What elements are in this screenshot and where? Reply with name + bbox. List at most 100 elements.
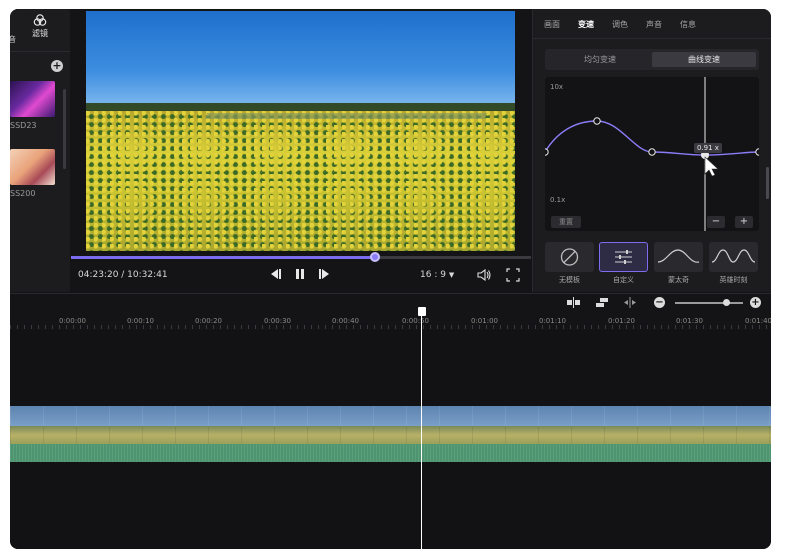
ruler-label: 0:00:50: [402, 317, 429, 325]
audio-tab-partial[interactable]: 音: [10, 34, 16, 45]
curve-speed-option[interactable]: 曲线变速: [652, 52, 756, 67]
add-media-button[interactable]: +: [51, 60, 63, 72]
library-scrollbar[interactable]: [63, 89, 66, 169]
zoom-in-button[interactable]: +: [750, 297, 761, 308]
media-thumbnail[interactable]: [10, 81, 55, 117]
curve-control-point[interactable]: [755, 148, 759, 156]
preset-thumbnail: [709, 242, 758, 272]
fullscreen-button[interactable]: [506, 267, 522, 282]
trim-icon[interactable]: [595, 297, 609, 308]
timecode-display: 04:23:20 / 10:32:41: [78, 270, 168, 280]
video-sunflower-field: [86, 111, 515, 251]
filter-icon: [33, 14, 47, 26]
media-item-label: SS200: [10, 189, 36, 198]
hero-curve-icon: [711, 249, 756, 263]
volume-button[interactable]: [476, 267, 492, 282]
tab-info[interactable]: 信息: [680, 19, 696, 30]
clip-audio-waveform: [10, 444, 771, 462]
timeline-tracks: [10, 330, 771, 549]
custom-sliders-icon: [615, 250, 632, 264]
ruler-label: 0:00:40: [332, 317, 359, 325]
preset-label: 英雄时刻: [719, 276, 748, 284]
inspector-scrollbar[interactable]: [766, 167, 769, 199]
ruler-label: 0:00:10: [127, 317, 154, 325]
playback-progress-fill: [71, 256, 375, 259]
speed-curve-svg: [545, 77, 759, 231]
next-frame-button[interactable]: [317, 268, 331, 283]
tab-speed[interactable]: 变速: [578, 19, 594, 30]
ruler-label: 0:01:10: [539, 317, 566, 325]
speed-preset-list: 无模板 自定义 蒙太奇 英雄时刻: [545, 242, 771, 286]
preview-panel: 04:23:20 / 10:32:41 16 : 9 ▼: [71, 9, 531, 292]
remove-point-button[interactable]: −: [707, 216, 725, 228]
preset-none[interactable]: 无模板: [545, 242, 594, 286]
fullscreen-icon: [506, 268, 520, 282]
preset-thumbnail: [545, 242, 594, 272]
playback-progress-handle[interactable]: [369, 252, 380, 262]
previous-frame-icon: [271, 269, 281, 279]
video-editor-window: 音 滤镜 + SSD23 SS200 04:23:20 / 10:32:41 1…: [10, 9, 771, 549]
ruler-label: 0:00:00: [59, 317, 86, 325]
library-tabs: 音 滤镜: [10, 9, 70, 52]
reset-curve-button[interactable]: 重置: [551, 216, 581, 228]
media-thumbnail[interactable]: [10, 149, 55, 185]
add-point-button[interactable]: +: [735, 216, 753, 228]
zoom-out-button[interactable]: −: [654, 297, 665, 308]
aspect-ratio-value: 16 : 9: [420, 270, 446, 280]
playhead-handle[interactable]: [418, 307, 426, 316]
timeline-playhead[interactable]: [421, 309, 422, 549]
aspect-ratio-select[interactable]: 16 : 9 ▼: [420, 270, 454, 280]
ruler-label: 0:01:40: [745, 317, 771, 325]
preset-label: 蒙太奇: [668, 276, 689, 284]
next-frame-icon: [319, 269, 329, 279]
preset-thumbnail: [654, 242, 703, 272]
inspector-panel: 画面 变速 调色 声音 信息 均匀变速 曲线变速 10x 0.1x 0.91 x: [532, 9, 771, 292]
filter-tab-label: 滤镜: [32, 29, 48, 38]
video-clip[interactable]: [10, 406, 771, 462]
curve-control-point[interactable]: [545, 148, 549, 156]
speed-curve-graph[interactable]: 10x 0.1x 0.91 x 重置 − +: [545, 77, 759, 231]
ruler-ticks: [10, 325, 771, 329]
clip-filmstrip-field: [10, 426, 771, 444]
timeline-zoom-slider[interactable]: [675, 302, 743, 304]
ruler-label: 0:00:30: [264, 317, 291, 325]
inspector-tabs: 画面 变速 调色 声音 信息: [533, 9, 771, 39]
uniform-speed-option[interactable]: 均匀变速: [548, 52, 652, 67]
chevron-down-icon: ▼: [448, 271, 455, 279]
curve-control-point[interactable]: [593, 117, 601, 125]
ruler-label: 0:01:20: [608, 317, 635, 325]
media-library-panel: 音 滤镜 + SSD23 SS200: [10, 9, 70, 292]
speaker-icon: [477, 268, 491, 282]
timeline-zoom-handle[interactable]: [722, 299, 730, 306]
video-sky: [86, 11, 515, 111]
timeline-ruler[interactable]: 0:00:00 0:00:10 0:00:20 0:00:30 0:00:40 …: [10, 311, 771, 329]
ruler-label: 0:00:20: [195, 317, 222, 325]
media-item-label: SSD23: [10, 121, 37, 130]
pause-icon: [296, 269, 304, 279]
preset-hero-moment[interactable]: 英雄时刻: [709, 242, 758, 286]
split-icon[interactable]: [566, 297, 581, 308]
speed-mode-segmented-control: 均匀变速 曲线变速: [545, 49, 759, 70]
video-preview: [86, 11, 515, 251]
tab-color[interactable]: 调色: [612, 19, 628, 30]
ruler-label: 0:01:30: [676, 317, 703, 325]
pause-button[interactable]: [294, 268, 306, 283]
preset-label: 无模板: [559, 276, 580, 284]
curve-control-point[interactable]: [648, 148, 656, 156]
montage-curve-icon: [657, 249, 700, 263]
preset-label: 自定义: [613, 276, 634, 284]
filter-tab[interactable]: 滤镜: [26, 14, 54, 39]
tab-audio[interactable]: 声音: [646, 19, 662, 30]
clip-filmstrip-sky: [10, 406, 771, 426]
preset-custom[interactable]: 自定义: [599, 242, 648, 286]
video-field-band: [204, 113, 488, 119]
mouse-cursor-icon: [704, 156, 719, 177]
preset-montage[interactable]: 蒙太奇: [654, 242, 703, 286]
previous-frame-button[interactable]: [269, 268, 283, 283]
ruler-label: 0:01:00: [471, 317, 498, 325]
snap-icon[interactable]: [623, 297, 637, 308]
preset-thumbnail: [599, 242, 648, 272]
none-icon: [560, 248, 579, 266]
tab-canvas[interactable]: 画面: [544, 19, 560, 30]
curve-point-value-tooltip: 0.91 x: [694, 143, 722, 153]
